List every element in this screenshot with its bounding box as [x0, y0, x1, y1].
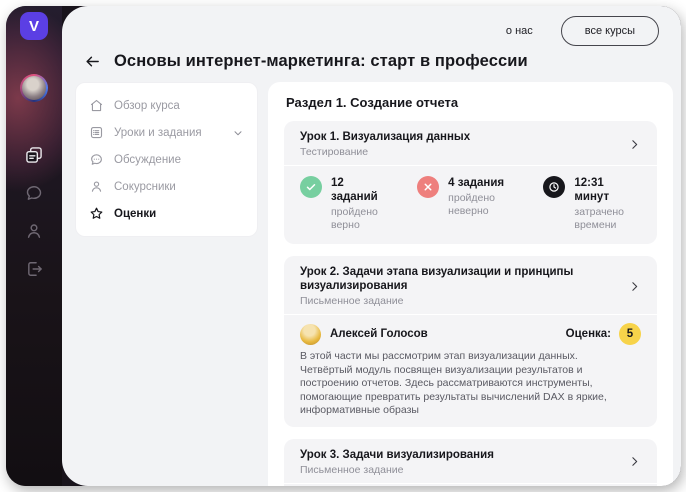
menu-item-label: Сокурсники	[114, 180, 176, 193]
grade-label: Оценка:	[565, 328, 611, 340]
clock-icon	[543, 176, 566, 198]
classmates-icon	[89, 179, 104, 194]
lesson-description: В этой части мы рассмотрим этап визуализ…	[300, 350, 607, 416]
user-avatar[interactable]	[20, 74, 48, 102]
chat-icon[interactable]	[24, 183, 44, 203]
logout-icon[interactable]	[24, 259, 44, 279]
star-icon	[89, 206, 104, 221]
menu-item-label: Уроки и задания	[114, 126, 202, 139]
topbar: о нас все курсы	[62, 6, 681, 46]
stat-value: 12:31 минут	[574, 177, 610, 203]
chevron-right-icon[interactable]	[628, 280, 641, 293]
author-row: Алексей Голосов Оценка: 5	[300, 323, 641, 345]
menu-item-discussion[interactable]: Обсуждение	[89, 146, 244, 173]
screenshot-canvas: V о нас все курсы Основы интернет-маркет…	[0, 0, 686, 492]
stat-time: 12:31 минут затрачено времени	[543, 176, 641, 232]
grade-badge: 5	[619, 323, 641, 345]
lesson-subtitle: Письменное задание	[300, 295, 404, 307]
page-title: Основы интернет-маркетинга: старт в проф…	[114, 52, 528, 70]
chevron-down-icon[interactable]	[232, 127, 244, 139]
grade: Оценка: 5	[566, 323, 641, 345]
stat-incorrect: 4 задания пройдено неверно	[417, 176, 511, 232]
about-link[interactable]: о нас	[506, 25, 533, 37]
chevron-right-icon[interactable]	[628, 455, 641, 468]
stat-label: затрачено времени	[574, 206, 625, 231]
menu-item-lessons[interactable]: Уроки и задания	[89, 119, 244, 146]
lesson-title: Урок 1. Визуализация данных	[300, 131, 471, 143]
check-icon	[300, 176, 322, 198]
lesson-card-2[interactable]: Урок 2. Задачи этапа визуализации и прин…	[284, 256, 657, 427]
lesson-subtitle: Письменное задание	[300, 463, 404, 476]
lesson-title: Урок 3. Задачи визуализирования	[300, 448, 494, 461]
list-icon	[89, 125, 104, 140]
columns: Обзор курса Уроки и задания Обсуждение С…	[62, 82, 681, 486]
lesson-title: Урок 2. Задачи этапа визуализации и прин…	[300, 266, 574, 292]
stat-correct: 12 заданий пройдено верно	[300, 176, 385, 232]
lesson-card-3[interactable]: Урок 3. Задачи визуализирования Письменн…	[284, 438, 657, 487]
author-name: Алексей Голосов	[330, 328, 428, 340]
menu-item-classmates[interactable]: Сокурсники	[89, 173, 244, 200]
stat-value: 4 задания	[448, 177, 505, 189]
menu-item-overview[interactable]: Обзор курса	[89, 92, 244, 119]
lesson-subtitle: Тестирование	[300, 146, 369, 158]
cross-icon	[417, 176, 440, 198]
chevron-right-icon[interactable]	[628, 138, 641, 151]
section-title: Раздел 1. Создание отчета	[286, 95, 459, 110]
all-courses-button[interactable]: все курсы	[560, 16, 659, 46]
lesson-status: Оценивается	[284, 484, 657, 487]
course-menu: Обзор курса Уроки и задания Обсуждение С…	[75, 82, 258, 237]
profile-icon[interactable]	[24, 221, 44, 241]
lesson-card-1[interactable]: Урок 1. Визуализация данных Тестирование	[284, 121, 657, 244]
menu-item-label: Обсуждение	[114, 153, 182, 166]
menu-item-label: Обзор курса	[114, 99, 180, 112]
rail-nav	[24, 145, 44, 279]
stat-label: пройдено неверно	[448, 192, 496, 217]
courses-icon[interactable]	[24, 145, 44, 165]
lesson-stats: 12 заданий пройдено верно 4 задания прой…	[284, 166, 657, 244]
menu-item-label: Оценки	[114, 207, 157, 220]
app-rail: V	[6, 6, 62, 486]
stat-value: 12 заданий	[331, 177, 378, 203]
author-avatar	[300, 323, 321, 345]
back-arrow-icon[interactable]	[84, 53, 101, 70]
user-avatar-photo	[22, 76, 46, 100]
discussion-icon	[89, 152, 104, 167]
stat-label: пройдено верно	[331, 206, 378, 231]
lesson-card-header[interactable]: Урок 3. Задачи визуализирования Письменн…	[284, 439, 657, 483]
menu-item-grades[interactable]: Оценки	[89, 200, 244, 227]
title-row: Основы интернет-маркетинга: старт в проф…	[62, 46, 681, 82]
lessons-panel: Раздел 1. Создание отчета Урок 1. Визуал…	[268, 82, 673, 486]
app-window: V о нас все курсы Основы интернет-маркет…	[6, 6, 681, 486]
home-icon	[89, 98, 104, 113]
lesson-card-header[interactable]: Урок 1. Визуализация данных Тестирование	[284, 121, 657, 165]
lesson-card-header[interactable]: Урок 2. Задачи этапа визуализации и прин…	[284, 256, 657, 314]
lesson-review: Алексей Голосов Оценка: 5 В этой части м…	[284, 315, 657, 427]
main-area: о нас все курсы Основы интернет-маркетин…	[62, 6, 681, 486]
app-logo[interactable]: V	[20, 12, 48, 40]
